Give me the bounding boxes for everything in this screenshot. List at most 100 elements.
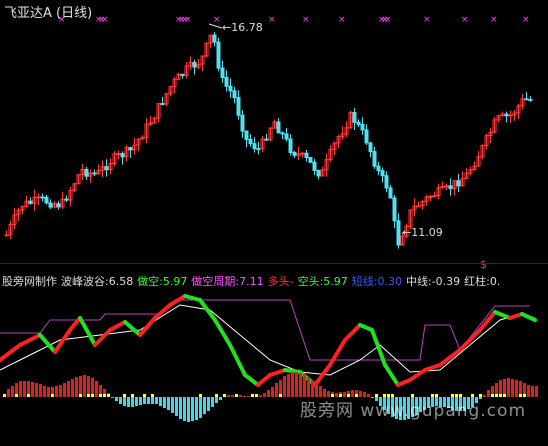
candle-body — [528, 99, 533, 102]
candle-body — [456, 180, 461, 187]
sell-marker: × — [423, 15, 431, 25]
candle-body — [224, 76, 229, 87]
oscillator-segment — [458, 328, 482, 352]
histogram-marker-yellow — [51, 394, 54, 397]
candle-body — [300, 152, 305, 155]
watermark: 股旁网 www.gupang.com — [300, 401, 527, 421]
histogram-bar-red — [307, 377, 310, 397]
candle-body — [372, 151, 377, 167]
histogram-bar-red — [507, 378, 510, 397]
oscillator-segment — [93, 328, 112, 347]
indicator-value: 波峰波谷:6.58 — [61, 275, 134, 288]
histogram-bar-red — [39, 384, 42, 397]
candle-body — [64, 198, 69, 201]
histogram-bar-red — [231, 395, 234, 397]
sell-marker: × — [302, 15, 310, 25]
histogram-bar-red — [515, 380, 518, 397]
histogram-bar-cyan — [215, 397, 218, 403]
trough-price-label: ←11.09 — [402, 226, 443, 239]
histogram-bar-cyan — [151, 397, 154, 404]
oscillator-segment — [423, 363, 442, 372]
peak-price-label: ←16.78 — [222, 21, 263, 34]
histogram-bar-cyan — [203, 397, 206, 414]
candle-body — [276, 121, 281, 134]
price-indicator-chart[interactable]: × ××× ×××× × × × × ××× × × × ×$ — [0, 0, 548, 446]
candle-body — [248, 138, 253, 145]
oscillator-segment — [198, 298, 217, 322]
candle-body — [220, 67, 225, 78]
histogram-marker-yellow — [251, 394, 254, 397]
histogram-marker-yellow — [123, 394, 126, 397]
histogram-marker-yellow — [199, 394, 202, 397]
histogram-bar-cyan — [191, 397, 194, 421]
candle-body — [388, 187, 393, 199]
candle-body — [44, 196, 49, 204]
histogram-marker-yellow — [15, 394, 18, 397]
histogram-bar-red — [23, 381, 26, 397]
histogram-bar-cyan — [183, 397, 186, 421]
histogram-bar-red — [63, 383, 66, 397]
candle-body — [504, 113, 509, 117]
candle-body — [84, 168, 89, 177]
candle-body — [264, 138, 269, 141]
histogram-bar-red — [227, 395, 230, 397]
candle-body — [92, 172, 97, 175]
candle-body — [236, 97, 241, 116]
histogram-bar-cyan — [131, 397, 134, 407]
candle-body — [256, 148, 261, 151]
histogram-bar-red — [19, 381, 22, 397]
candle-body — [444, 185, 449, 188]
histogram-bar-cyan — [163, 397, 166, 408]
histogram-marker-yellow — [235, 394, 238, 397]
candle-body — [216, 41, 221, 69]
indicator-value: 做空周期:7.11 — [191, 275, 264, 288]
oscillator-segment — [228, 343, 247, 377]
oscillator-segment — [18, 333, 42, 347]
candle-body — [448, 185, 453, 190]
histogram-bar-cyan — [111, 397, 114, 398]
histogram-bar-red — [299, 373, 302, 397]
histogram-bar-red — [283, 376, 286, 397]
histogram-bar-red — [303, 374, 306, 397]
sell-marker: × — [461, 15, 469, 25]
sell-marker: × — [338, 15, 346, 25]
histogram-bar-red — [79, 376, 82, 397]
oscillator-segment — [213, 318, 232, 347]
histogram-bar-cyan — [211, 397, 214, 407]
candle-body — [4, 234, 9, 237]
histogram-marker-yellow — [215, 394, 218, 397]
histogram-marker-yellow — [223, 394, 226, 397]
oscillator-segment — [283, 368, 302, 374]
oscillator-segment — [0, 343, 22, 362]
candle-body — [232, 90, 237, 99]
histogram-bar-cyan — [199, 397, 202, 418]
histogram-bar-cyan — [115, 397, 118, 401]
histogram-marker-yellow — [143, 394, 146, 397]
oscillator-segment — [438, 348, 462, 367]
histogram-bar-cyan — [219, 397, 222, 400]
candle-body — [212, 34, 217, 43]
histogram-bar-red — [95, 381, 98, 397]
histogram-marker-yellow — [91, 394, 94, 397]
candle-body — [524, 98, 529, 101]
histogram-bar-red — [535, 386, 538, 397]
candle-body — [356, 121, 361, 125]
indicator-value: 中线:-0.39 — [406, 275, 461, 288]
histogram-marker-yellow — [3, 394, 6, 397]
histogram-bar-cyan — [127, 397, 130, 407]
stock-chart-window: 飞亚达A (日线) × × × × × × × × × × × × × × × × × × × $ ←16.78 ←1… — [0, 0, 548, 446]
histogram-bar-red — [7, 389, 10, 397]
candle-body — [228, 85, 233, 92]
histogram-bar-red — [247, 396, 250, 397]
candle-body — [104, 166, 109, 171]
indicator-value: 短线:0.30 — [351, 275, 402, 288]
histogram-bar-red — [527, 385, 530, 397]
trough-arrow-icon: ← — [402, 226, 412, 239]
candle-body — [128, 147, 133, 151]
histogram-bar-cyan — [159, 397, 162, 406]
histogram-bar-red — [267, 390, 270, 397]
histogram-bar-red — [271, 387, 274, 397]
candle-body — [392, 197, 397, 222]
histogram-bar-red — [87, 376, 90, 397]
histogram-bar-red — [311, 380, 314, 397]
